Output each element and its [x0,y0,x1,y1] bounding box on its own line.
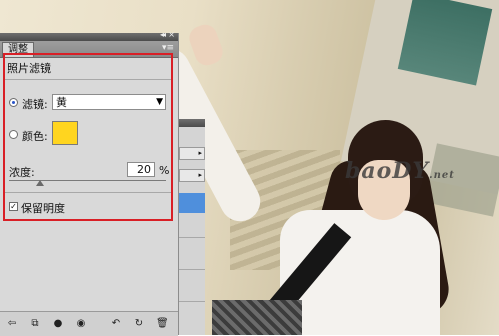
background-panel-field[interactable]: ▸ [179,169,205,182]
panel-titlebar[interactable]: ◂◂ × [0,30,178,41]
filter-select-value: 黄 [56,96,67,109]
panel-footer: ⇦ ⧉ ● ◉ ↶ ↻ 🗑 [0,311,178,336]
background-panel-dropdown[interactable]: ▸ [179,147,205,160]
layer-row-divider [179,301,205,302]
filter-label: 滤镜: [22,98,48,111]
reset-icon[interactable]: ↻ [133,318,145,330]
hand [186,21,226,69]
trash-icon[interactable]: 🗑 [156,318,169,330]
background-layers-panel: ▸ ▸ [178,119,205,335]
density-slider-track[interactable] [9,180,166,181]
clip-to-layer-icon[interactable]: ⧉ [29,318,41,330]
color-radio[interactable] [9,130,18,139]
color-label: 颜色: [22,130,48,143]
double-chevron-right-icon[interactable]: ◂◂ [160,30,166,39]
filter-radio[interactable] [9,98,18,107]
divider [5,79,171,80]
preserve-luminosity-checkbox[interactable]: ✓ [9,202,18,211]
background-panel-header [179,119,205,127]
dropdown-arrow-icon: ▸ [198,171,202,179]
density-input[interactable]: 20 [127,162,155,177]
previous-state-icon[interactable]: ↶ [110,318,122,330]
chevron-down-icon: ▼ [156,97,163,107]
visibility-icon[interactable]: ● [52,318,64,330]
section-title: 照片滤镜 [7,62,51,75]
filter-select[interactable]: 黄 ▼ [52,94,166,110]
dropdown-arrow-icon: ▸ [198,149,202,157]
panel-menu-icon[interactable]: ▾≡ [161,43,175,53]
density-unit: % [159,164,170,177]
layer-row-divider [179,269,205,270]
divider [5,192,171,193]
selected-layer-row[interactable] [179,193,205,213]
watermark: baoDY.net [345,158,455,184]
eye-icon[interactable]: ◉ [75,318,87,330]
density-label: 浓度: [9,166,35,179]
color-swatch[interactable] [52,121,78,145]
close-icon[interactable]: × [168,30,175,39]
layer-row-divider [179,237,205,238]
bottom-toolbar: ⇦ ⧉ ● ◉ ↶ ↻ 🗑 [0,311,178,336]
density-slider-thumb[interactable] [36,180,45,186]
preserve-luminosity-label: 保留明度 [21,202,65,215]
back-arrow-icon[interactable]: ⇦ [6,318,18,330]
plaid-skirt [212,300,302,335]
